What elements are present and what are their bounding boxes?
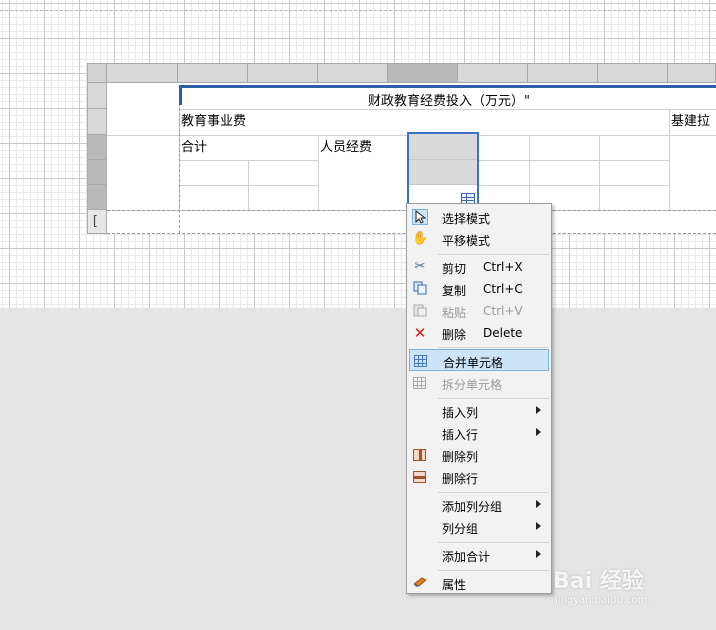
watermark-logo: Bai 经验 (553, 569, 644, 594)
submenu-arrow-icon (536, 406, 541, 414)
menu-item-properties[interactable]: 属性 (409, 572, 549, 594)
column-line (318, 135, 319, 210)
menu-item-add-total[interactable]: 添加合计 (409, 544, 549, 566)
header-infrastructure[interactable]: 基建拉 (671, 110, 710, 129)
submenu-arrow-icon (536, 522, 541, 530)
page-margin-line (0, 10, 716, 11)
menu-item-paste[interactable]: 粘贴 Ctrl+V (409, 300, 549, 322)
column-handle[interactable] (107, 63, 178, 83)
column-handle[interactable] (248, 63, 318, 83)
menu-item-insert-column[interactable]: 插入列 (409, 400, 549, 422)
context-menu[interactable]: 选择模式 ✋ 平移模式 ✂ 剪切 Ctrl+X 复制 Ctrl+C 粘贴 Ctr… (406, 203, 552, 594)
delete-column-icon (412, 447, 428, 463)
group-bracket: [ (91, 214, 99, 229)
paste-icon (412, 303, 428, 319)
menu-separator (438, 254, 549, 255)
submenu-arrow-icon (536, 550, 541, 558)
submenu-arrow-icon (536, 428, 541, 436)
copy-icon (412, 281, 428, 297)
menu-separator (438, 570, 549, 571)
delete-row-icon (412, 469, 428, 485)
row-handle[interactable] (87, 83, 107, 109)
hand-icon: ✋ (412, 231, 429, 246)
header-total[interactable]: 合计 (181, 136, 207, 155)
row-handle[interactable] (87, 109, 107, 135)
column-line (248, 160, 249, 210)
menu-item-pan-mode[interactable]: ✋ 平移模式 (409, 228, 549, 250)
submenu-arrow-icon (536, 500, 541, 508)
row-handle-selected[interactable] (87, 135, 107, 160)
table-select-corner[interactable] (87, 63, 107, 83)
menu-separator (438, 347, 549, 348)
menu-item-insert-row[interactable]: 插入行 (409, 422, 549, 444)
row-line (179, 109, 716, 110)
menu-item-select-mode[interactable]: 选择模式 (409, 206, 549, 228)
properties-icon (412, 575, 428, 591)
band-dashed-line (179, 103, 180, 233)
column-line (529, 135, 530, 210)
design-canvas[interactable]: [ 财政教育经费投入（万元）" 教育事业费 基建拉 合计 人员经费 (0, 0, 716, 308)
column-line (599, 135, 600, 210)
row-handle-selected[interactable] (87, 160, 107, 185)
selected-cell-range[interactable] (407, 132, 479, 209)
baidu-jingyan-watermark: Bai 经验 jingyan.baidu.com (553, 563, 713, 606)
column-handle[interactable] (598, 63, 668, 83)
column-handle[interactable] (528, 63, 598, 83)
report-table[interactable]: [ 财政教育经费投入（万元）" 教育事业费 基建拉 合计 人员经费 (87, 63, 716, 234)
menu-separator (438, 492, 549, 493)
menu-separator (438, 542, 549, 543)
menu-item-delete-column[interactable]: 删除列 (409, 444, 549, 466)
menu-item-cut[interactable]: ✂ 剪切 Ctrl+X (409, 256, 549, 278)
selected-cell-divider (409, 159, 477, 160)
title-cell[interactable]: 财政教育经费投入（万元）" (179, 85, 716, 109)
column-handle[interactable] (318, 63, 388, 83)
merge-cells-icon (413, 353, 429, 369)
pointer-icon (412, 209, 428, 225)
header-personnel-expense[interactable]: 人员经费 (320, 136, 372, 155)
row-line (459, 160, 669, 161)
column-handle[interactable] (668, 63, 716, 83)
menu-separator (438, 398, 549, 399)
menu-item-column-group[interactable]: 列分组 (409, 516, 549, 538)
menu-item-delete-row[interactable]: 删除行 (409, 466, 549, 488)
menu-item-merge-cells[interactable]: 合并单元格 (409, 349, 549, 371)
header-education-expense[interactable]: 教育事业费 (181, 110, 246, 129)
report-title: 财政教育经费投入（万元）" (368, 94, 530, 109)
delete-x-icon: ✕ (413, 324, 427, 342)
watermark-url: jingyan.baidu.com (555, 595, 648, 606)
row-handle-selected[interactable] (87, 185, 107, 210)
menu-item-split-cells[interactable]: 拆分单元格 (409, 372, 549, 394)
scissors-icon: ✂ (414, 259, 426, 274)
column-handle[interactable] (458, 63, 528, 83)
row-line (459, 185, 669, 186)
column-handle-selected[interactable] (388, 63, 458, 83)
column-handle[interactable] (178, 63, 248, 83)
split-cells-icon (412, 375, 428, 391)
column-line (669, 109, 670, 210)
menu-item-add-column-group[interactable]: 添加列分组 (409, 494, 549, 516)
menu-item-delete[interactable]: ✕ 删除 Delete (409, 322, 549, 344)
menu-item-copy[interactable]: 复制 Ctrl+C (409, 278, 549, 300)
